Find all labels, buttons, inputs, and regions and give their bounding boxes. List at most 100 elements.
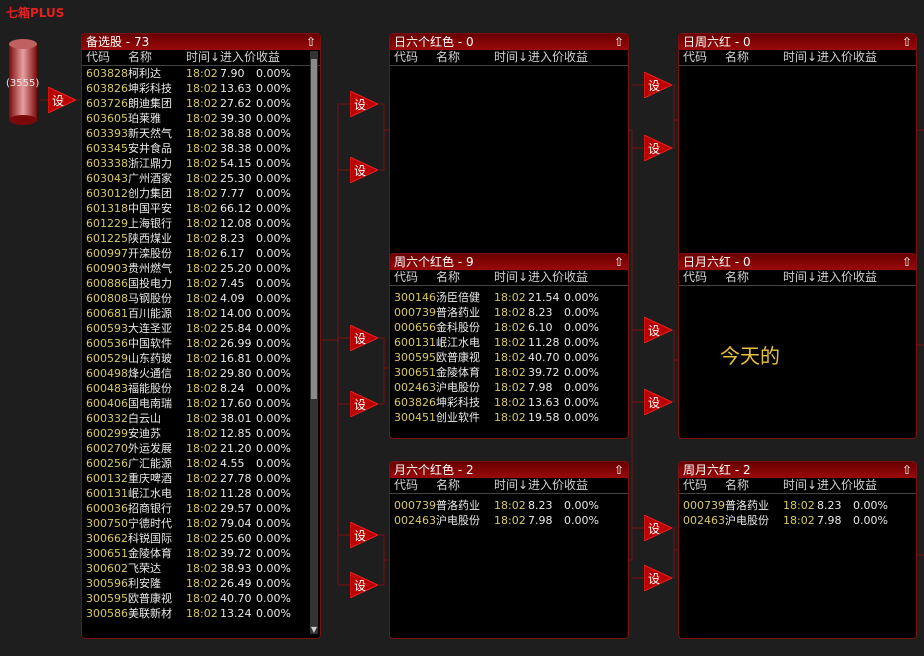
settings-trigger-daymonth-1[interactable]: 设 (643, 316, 674, 344)
settings-trigger-main-4[interactable]: 设 (349, 390, 380, 418)
scrollbar-thumb[interactable] (311, 59, 317, 399)
column-header-code[interactable]: 代码 (82, 50, 128, 65)
table-row[interactable]: 603043 广州酒家 18:02 25.30 0.00% (82, 171, 320, 186)
settings-trigger-main-2[interactable]: 设 (349, 156, 380, 184)
table-row[interactable]: 603345 安井食品 18:02 38.38 0.00% (82, 141, 320, 156)
table-row[interactable]: 300651 金陵体育 18:02 39.72 0.00% (390, 365, 628, 380)
column-header-price[interactable]: 进入价 (817, 478, 853, 493)
column-header-name[interactable]: 名称 (128, 50, 186, 65)
table-row[interactable]: 002463 沪电股份 18:02 7.98 0.00% (679, 513, 916, 528)
table-row[interactable]: 600332 白云山 18:02 38.01 0.00% (82, 411, 320, 426)
column-header-time[interactable]: 时间↓ (783, 478, 817, 493)
scroll-down-icon[interactable]: ▼ (310, 626, 318, 634)
column-header-time[interactable]: 时间↓ (186, 50, 220, 65)
table-row[interactable]: 600131 岷江水电 18:02 11.28 0.00% (390, 335, 628, 350)
settings-trigger-daymonth-2[interactable]: 设 (643, 388, 674, 416)
column-header-name[interactable]: 名称 (725, 50, 783, 65)
table-row[interactable]: 600808 马钢股份 18:02 4.09 0.00% (82, 291, 320, 306)
panel-week-month-red[interactable]: 周月六红 - 2 ⇧ 代码 名称 时间↓ 进入价 收益 000739 普洛药业 18:02 8.… (678, 461, 917, 639)
column-header-price[interactable]: 进入价 (817, 50, 853, 65)
column-header-pct[interactable]: 收益 (564, 50, 604, 65)
table-row[interactable]: 300651 金陵体育 18:02 39.72 0.00% (82, 546, 320, 561)
panel-week-six-red[interactable]: 周六个红色 - 9 ⇧ 代码 名称 时间↓ 进入价 收益 300146 汤臣倍健 18:02 2… (389, 253, 629, 439)
table-row[interactable]: 300595 欧普康视 18:02 40.70 0.00% (82, 591, 320, 606)
table-row[interactable]: 600270 外运发展 18:02 21.20 0.00% (82, 441, 320, 456)
column-header-time[interactable]: 时间↓ (494, 478, 528, 493)
column-header-code[interactable]: 代码 (390, 50, 436, 65)
table-row[interactable]: 600997 开滦股份 18:02 6.17 0.00% (82, 246, 320, 261)
table-row[interactable]: 300602 飞荣达 18:02 38.93 0.00% (82, 561, 320, 576)
table-row[interactable]: 601318 中国平安 18:02 66.12 0.00% (82, 201, 320, 216)
table-row[interactable]: 600036 招商银行 18:02 29.57 0.00% (82, 501, 320, 516)
column-header-pct[interactable]: 收益 (853, 270, 893, 285)
settings-trigger-weekmonth-1[interactable]: 设 (643, 514, 674, 542)
table-row[interactable]: 002463 沪电股份 18:02 7.98 0.00% (390, 513, 628, 528)
table-row[interactable]: 300451 创业软件 18:02 19.58 0.00% (390, 410, 628, 425)
settings-trigger-weekmonth-2[interactable]: 设 (643, 564, 674, 592)
expand-icon[interactable]: ⇧ (614, 34, 624, 50)
table-row[interactable]: 000739 普洛药业 18:02 8.23 0.00% (679, 498, 916, 513)
settings-trigger-main-1[interactable]: 设 (349, 90, 380, 118)
table-row[interactable]: 603338 浙江鼎力 18:02 54.15 0.00% (82, 156, 320, 171)
table-row[interactable]: 600131 岷江水电 18:02 11.28 0.00% (82, 486, 320, 501)
column-header-name[interactable]: 名称 (436, 50, 494, 65)
settings-trigger-dayweek-2[interactable]: 设 (643, 134, 674, 162)
table-row[interactable]: 300662 科锐国际 18:02 25.60 0.00% (82, 531, 320, 546)
column-header-price[interactable]: 进入价 (220, 50, 256, 65)
column-header-time[interactable]: 时间↓ (783, 270, 817, 285)
scrollbar[interactable]: ▼ (310, 51, 318, 634)
settings-trigger-main-5[interactable]: 设 (349, 521, 380, 549)
column-header-price[interactable]: 进入价 (528, 270, 564, 285)
panel-day-month-red[interactable]: 日月六红 - 0 ⇧ 代码 名称 时间↓ 进入价 收益 (678, 253, 917, 439)
table-row[interactable]: 000739 普洛药业 18:02 8.23 0.00% (390, 305, 628, 320)
column-header-price[interactable]: 进入价 (528, 50, 564, 65)
settings-trigger-main-3[interactable]: 设 (349, 324, 380, 352)
table-row[interactable]: 600406 国电南瑞 18:02 17.60 0.00% (82, 396, 320, 411)
settings-trigger-source[interactable]: 设 (47, 86, 78, 114)
column-header-pct[interactable]: 收益 (256, 50, 296, 65)
column-header-code[interactable]: 代码 (679, 50, 725, 65)
column-header-time[interactable]: 时间↓ (494, 50, 528, 65)
table-row[interactable]: 300750 宁德时代 18:02 79.04 0.00% (82, 516, 320, 531)
table-row[interactable]: 600132 重庆啤酒 18:02 27.78 0.00% (82, 471, 320, 486)
table-row[interactable]: 601225 陕西煤业 18:02 8.23 0.00% (82, 231, 320, 246)
expand-icon[interactable]: ⇧ (614, 254, 624, 270)
table-row[interactable]: 603826 坤彩科技 18:02 13.63 0.00% (82, 81, 320, 96)
table-row[interactable]: 603605 珀莱雅 18:02 39.30 0.00% (82, 111, 320, 126)
table-row[interactable]: 300586 美联新材 18:02 13.24 0.00% (82, 606, 320, 621)
settings-trigger-dayweek-1[interactable]: 设 (643, 71, 674, 99)
table-row[interactable]: 600681 百川能源 18:02 14.00 0.00% (82, 306, 320, 321)
table-row[interactable]: 603012 创力集团 18:02 7.77 0.00% (82, 186, 320, 201)
table-row[interactable]: 603726 朗迪集团 18:02 27.62 0.00% (82, 96, 320, 111)
settings-trigger-main-6[interactable]: 设 (349, 571, 380, 599)
column-header-name[interactable]: 名称 (436, 270, 494, 285)
column-header-pct[interactable]: 收益 (564, 270, 604, 285)
table-row[interactable]: 300595 欧普康视 18:02 40.70 0.00% (390, 350, 628, 365)
panel-month-six-red[interactable]: 月六个红色 - 2 ⇧ 代码 名称 时间↓ 进入价 收益 000739 普洛药业 18:02 8… (389, 461, 629, 639)
column-header-pct[interactable]: 收益 (853, 478, 893, 493)
column-header-code[interactable]: 代码 (679, 270, 725, 285)
expand-icon[interactable]: ⇧ (902, 462, 912, 478)
column-header-time[interactable]: 时间↓ (494, 270, 528, 285)
column-header-code[interactable]: 代码 (390, 478, 436, 493)
expand-icon[interactable]: ⇧ (306, 34, 316, 50)
table-row[interactable]: 603826 坤彩科技 18:02 13.63 0.00% (390, 395, 628, 410)
expand-icon[interactable]: ⇧ (902, 254, 912, 270)
column-header-price[interactable]: 进入价 (817, 270, 853, 285)
table-row[interactable]: 300596 利安隆 18:02 26.49 0.00% (82, 576, 320, 591)
column-header-price[interactable]: 进入价 (528, 478, 564, 493)
panel-watchlist[interactable]: 备选股 - 73 ⇧ ▼ 代码 名称 时间↓ 进入价 收益 603828 柯利达 18:02 7… (81, 33, 321, 639)
table-row[interactable]: 603828 柯利达 18:02 7.90 0.00% (82, 66, 320, 81)
column-header-name[interactable]: 名称 (725, 478, 783, 493)
table-row[interactable]: 600536 中国软件 18:02 26.99 0.00% (82, 336, 320, 351)
table-row[interactable]: 600256 广汇能源 18:02 4.55 0.00% (82, 456, 320, 471)
column-header-pct[interactable]: 收益 (853, 50, 893, 65)
table-row[interactable]: 603393 新天然气 18:02 38.88 0.00% (82, 126, 320, 141)
table-row[interactable]: 300146 汤臣倍健 18:02 21.54 0.00% (390, 290, 628, 305)
table-row[interactable]: 000739 普洛药业 18:02 8.23 0.00% (390, 498, 628, 513)
column-header-code[interactable]: 代码 (390, 270, 436, 285)
table-row[interactable]: 600529 山东药玻 18:02 16.81 0.00% (82, 351, 320, 366)
table-row[interactable]: 600886 国投电力 18:02 7.45 0.00% (82, 276, 320, 291)
expand-icon[interactable]: ⇧ (614, 462, 624, 478)
column-header-name[interactable]: 名称 (436, 478, 494, 493)
